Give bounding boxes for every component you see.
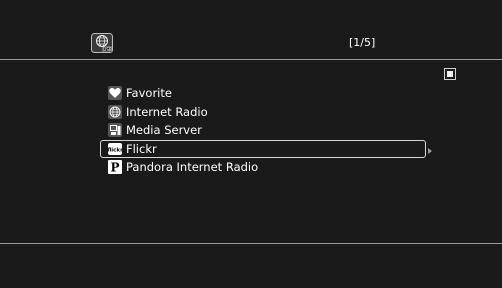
network-source-screen: USB [1/5] Favorite Internet Radio Media … (0, 0, 502, 288)
flickr-icon: flickr (108, 142, 122, 155)
page-indicator: [1/5] (349, 36, 376, 49)
menu-item-label: Favorite (126, 86, 172, 101)
pandora-icon: P (108, 160, 122, 175)
menu-item-label: Internet Radio (126, 104, 208, 119)
header-divider (0, 59, 502, 60)
globe-icon (108, 104, 122, 119)
menu-item-favorite[interactable]: Favorite (100, 84, 426, 103)
submenu-arrow-icon (428, 148, 432, 154)
option-checkbox[interactable] (444, 68, 456, 80)
menu-item-label: Pandora Internet Radio (126, 160, 259, 175)
svg-text:P: P (110, 161, 119, 175)
usb-globe-icon: USB (91, 33, 113, 53)
menu-item-internet-radio[interactable]: Internet Radio (100, 103, 426, 122)
header: USB [1/5] (0, 0, 502, 58)
media-server-icon (108, 123, 122, 138)
svg-text:USB: USB (103, 47, 111, 52)
footer-divider (0, 243, 502, 244)
menu-item-label: Media Server (126, 123, 202, 138)
heart-icon (108, 86, 122, 101)
source-menu-list: Favorite Internet Radio Media Server fli… (100, 84, 426, 177)
menu-item-flickr[interactable]: flickr Flickr (100, 139, 426, 158)
svg-text:flickr: flickr (108, 147, 122, 153)
menu-item-pandora[interactable]: P Pandora Internet Radio (100, 158, 426, 177)
menu-item-label: Flickr (126, 141, 157, 156)
menu-item-media-server[interactable]: Media Server (100, 121, 426, 140)
option-checkbox-fill (447, 71, 453, 77)
